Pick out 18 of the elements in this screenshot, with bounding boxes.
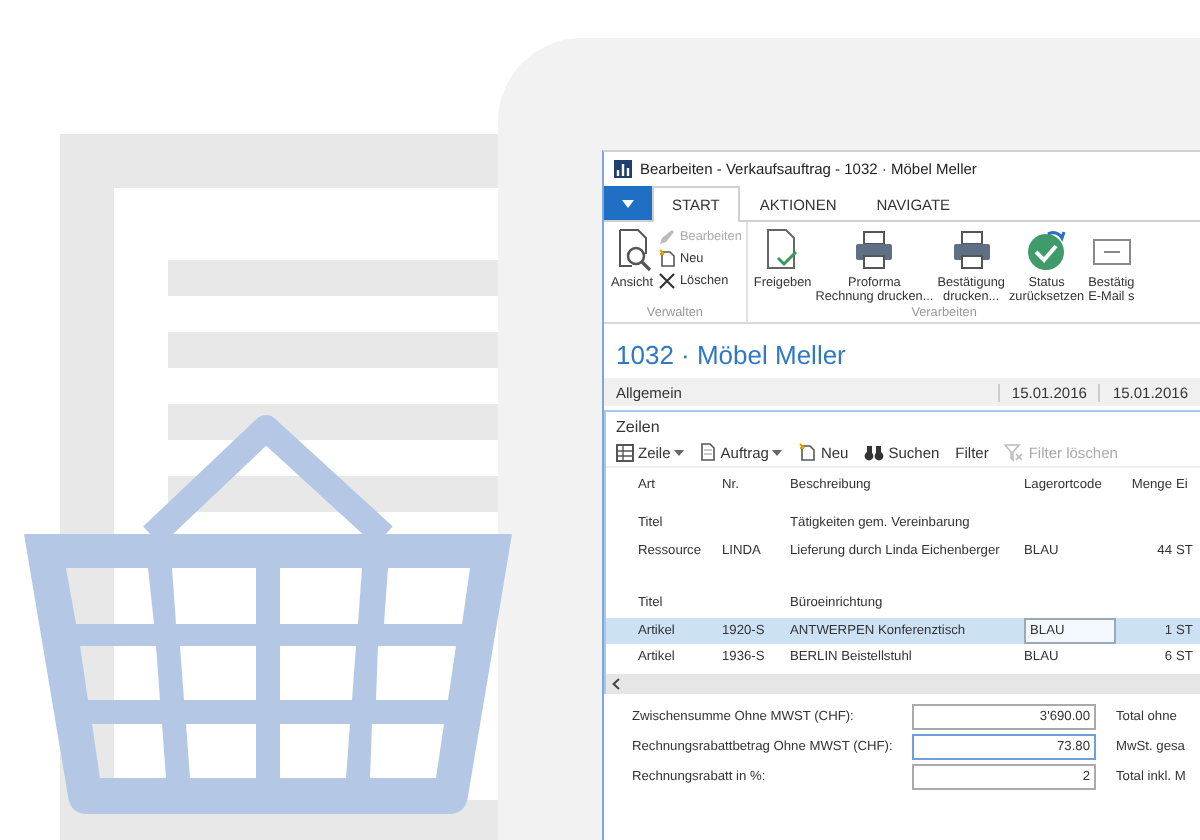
- bar-chart-icon: [614, 160, 632, 178]
- grid-icon: [616, 443, 634, 461]
- printer-icon: [949, 228, 994, 272]
- new-document-icon: [798, 442, 817, 462]
- page-title: 1032 · Möbel Meller: [614, 338, 848, 374]
- document-icon: [700, 442, 717, 462]
- funnel-icon: [1004, 443, 1025, 461]
- x-icon: [658, 271, 676, 289]
- caret-icon: [622, 199, 634, 207]
- pencil-icon: [658, 227, 676, 245]
- binoculars-icon: [864, 443, 885, 461]
- new-document-icon: [658, 248, 676, 268]
- chevron-left-icon: [612, 678, 620, 691]
- check-circle-icon: [1024, 228, 1069, 272]
- horizontal-scrollbar[interactable]: [606, 674, 1200, 695]
- printer-icon: [852, 228, 897, 272]
- section-title: Zeilen: [614, 416, 662, 438]
- menu-button[interactable]: [604, 186, 652, 220]
